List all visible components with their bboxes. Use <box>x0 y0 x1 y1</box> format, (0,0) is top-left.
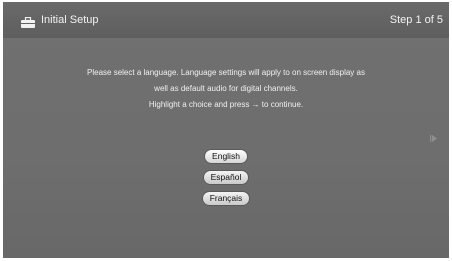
language-list: English Español Français <box>3 150 449 213</box>
step-indicator: Step 1 of 5 <box>389 14 443 26</box>
header-bar: Initial Setup Step 1 of 5 <box>3 2 449 38</box>
language-option-english[interactable]: English <box>205 150 247 163</box>
instruction-message: Please select a language. Language setti… <box>3 65 449 113</box>
next-arrow-icon <box>430 129 437 142</box>
instruction-line-1: Please select a language. Language setti… <box>87 68 365 77</box>
setup-screen: Initial Setup Step 1 of 5 Please select … <box>3 2 449 258</box>
page-title: Initial Setup <box>41 14 99 26</box>
language-option-francais[interactable]: Français <box>202 192 250 205</box>
header-title-group: Initial Setup <box>21 2 98 38</box>
instruction-line-2: well as default audio for digital channe… <box>154 84 298 93</box>
language-option-espanol[interactable]: Español <box>203 171 249 184</box>
instruction-line-3: Highlight a choice and press → to contin… <box>148 100 304 109</box>
toolbox-icon <box>21 15 35 28</box>
